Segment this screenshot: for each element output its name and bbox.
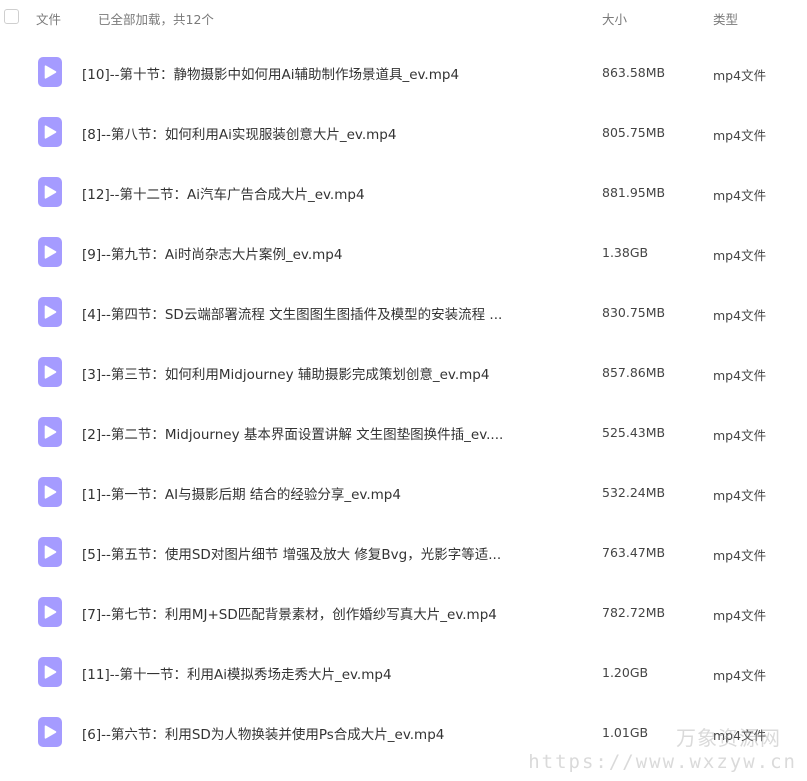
file-name[interactable]: [10]--第十节：静物摄影中如何用Ai辅助制作场景道具_ev.mp4 xyxy=(82,63,459,83)
file-size: 1.20GB xyxy=(602,665,649,680)
video-file-icon xyxy=(38,117,62,147)
file-row[interactable]: [9]--第九节：Ai时尚杂志大片案例_ev.mp4 1.38GB mp4文件 xyxy=(0,222,807,282)
video-file-icon xyxy=(38,57,62,87)
file-name[interactable]: [3]--第三节：如何利用Midjourney 辅助摄影完成策划创意_ev.mp… xyxy=(82,363,489,383)
file-name[interactable]: [1]--第一节：AI与摄影后期 结合的经验分享_ev.mp4 xyxy=(82,483,401,503)
file-type: mp4文件 xyxy=(713,488,767,503)
file-type: mp4文件 xyxy=(713,308,767,323)
file-type: mp4文件 xyxy=(713,188,767,203)
file-row[interactable]: [11]--第十一节：利用Ai模拟秀场走秀大片_ev.mp4 1.20GB mp4文… xyxy=(0,642,807,702)
file-name[interactable]: [11]--第十一节：利用Ai模拟秀场走秀大片_ev.mp4 xyxy=(82,663,392,683)
file-size: 830.75MB xyxy=(602,305,666,320)
file-size: 525.43MB xyxy=(602,425,666,440)
file-type: mp4文件 xyxy=(713,548,767,563)
video-file-icon xyxy=(38,597,62,627)
video-file-icon xyxy=(38,237,62,267)
file-name[interactable]: [9]--第九节：Ai时尚杂志大片案例_ev.mp4 xyxy=(82,243,342,263)
select-all-checkbox[interactable] xyxy=(4,9,19,24)
video-file-icon xyxy=(38,297,62,327)
file-size: 857.86MB xyxy=(602,365,666,380)
column-header-file[interactable]: 文件 xyxy=(36,9,61,28)
file-name[interactable]: [5]--第五节：使用SD对图片细节 增强及放大 修复Bvg，光影字等适... xyxy=(82,543,501,563)
file-size: 1.38GB xyxy=(602,245,649,260)
column-header-type[interactable]: 类型 xyxy=(713,9,738,28)
file-name[interactable]: [2]--第二节：Midjourney 基本界面设置讲解 文生图垫图换件插_ev… xyxy=(82,423,503,443)
file-name[interactable]: [6]--第六节：利用SD为人物换装并使用Ps合成大片_ev.mp4 xyxy=(82,723,444,743)
video-file-icon xyxy=(38,717,62,747)
file-name[interactable]: [12]--第十二节：Ai汽车广告合成大片_ev.mp4 xyxy=(82,183,365,203)
file-size: 532.24MB xyxy=(602,485,666,500)
file-size: 1.01GB xyxy=(602,725,649,740)
file-row[interactable]: [4]--第四节：SD云端部署流程 文生图图生图插件及模型的安装流程 ... 83… xyxy=(0,282,807,342)
file-list: [10]--第十节：静物摄影中如何用Ai辅助制作场景道具_ev.mp4 863.5… xyxy=(0,42,807,762)
video-file-icon xyxy=(38,357,62,387)
file-row[interactable]: [8]--第八节：如何利用Ai实现服装创意大片_ev.mp4 805.75MB mp… xyxy=(0,102,807,162)
file-size: 805.75MB xyxy=(602,125,666,140)
file-size: 782.72MB xyxy=(602,605,666,620)
file-row[interactable]: [1]--第一节：AI与摄影后期 结合的经验分享_ev.mp4 532.24MB m… xyxy=(0,462,807,522)
file-type: mp4文件 xyxy=(713,728,767,743)
file-type: mp4文件 xyxy=(713,608,767,623)
file-row[interactable]: [3]--第三节：如何利用Midjourney 辅助摄影完成策划创意_ev.mp… xyxy=(0,342,807,402)
file-name[interactable]: [4]--第四节：SD云端部署流程 文生图图生图插件及模型的安装流程 ... xyxy=(82,303,502,323)
video-file-icon xyxy=(38,417,62,447)
file-type: mp4文件 xyxy=(713,368,767,383)
file-type: mp4文件 xyxy=(713,428,767,443)
video-file-icon xyxy=(38,537,62,567)
file-type: mp4文件 xyxy=(713,668,767,683)
file-name[interactable]: [8]--第八节：如何利用Ai实现服装创意大片_ev.mp4 xyxy=(82,123,396,143)
file-size: 763.47MB xyxy=(602,545,666,560)
file-type: mp4文件 xyxy=(713,68,767,83)
file-row[interactable]: [7]--第七节：利用MJ+SD匹配背景素材，创作婚纱写真大片_ev.mp4 78… xyxy=(0,582,807,642)
file-row[interactable]: [5]--第五节：使用SD对图片细节 增强及放大 修复Bvg，光影字等适... 7… xyxy=(0,522,807,582)
file-row[interactable]: [6]--第六节：利用SD为人物换装并使用Ps合成大片_ev.mp4 1.01GB… xyxy=(0,702,807,762)
file-size: 881.95MB xyxy=(602,185,666,200)
file-row[interactable]: [2]--第二节：Midjourney 基本界面设置讲解 文生图垫图换件插_ev… xyxy=(0,402,807,462)
load-status-text: 已全部加载，共12个 xyxy=(98,12,214,27)
file-list-header: 文件 已全部加载，共12个 大小 类型 xyxy=(0,0,807,34)
file-name[interactable]: [7]--第七节：利用MJ+SD匹配背景素材，创作婚纱写真大片_ev.mp4 xyxy=(82,603,497,623)
video-file-icon xyxy=(38,177,62,207)
file-size: 863.58MB xyxy=(602,65,666,80)
file-row[interactable]: [12]--第十二节：Ai汽车广告合成大片_ev.mp4 881.95MB mp4文… xyxy=(0,162,807,222)
column-header-size[interactable]: 大小 xyxy=(602,9,627,28)
video-file-icon xyxy=(38,477,62,507)
file-row[interactable]: [10]--第十节：静物摄影中如何用Ai辅助制作场景道具_ev.mp4 863.5… xyxy=(0,42,807,102)
file-type: mp4文件 xyxy=(713,248,767,263)
file-type: mp4文件 xyxy=(713,128,767,143)
video-file-icon xyxy=(38,657,62,687)
